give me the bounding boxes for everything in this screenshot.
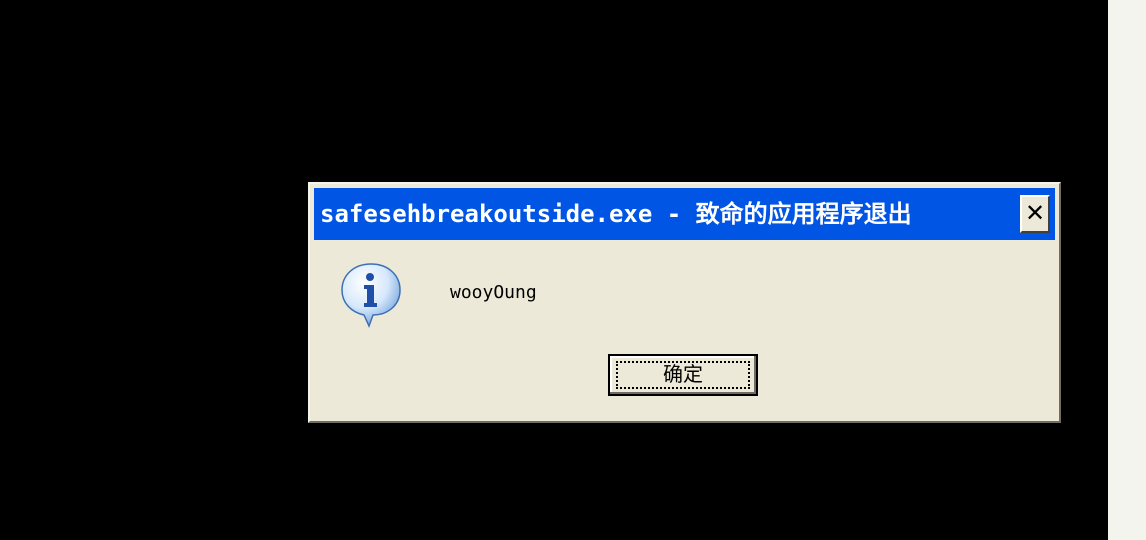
dialog-message: wooyOung (450, 282, 537, 303)
dialog-title: safesehbreakoutside.exe - 致命的应用程序退出 (320, 200, 912, 228)
close-icon: ✕ (1024, 199, 1046, 227)
error-dialog: safesehbreakoutside.exe - 致命的应用程序退出 ✕ wo… (308, 182, 1061, 423)
ok-button-label: 确定 (663, 364, 703, 386)
ok-button[interactable]: 确定 (608, 354, 758, 396)
close-button[interactable]: ✕ (1020, 195, 1050, 233)
title-bar[interactable]: safesehbreakoutside.exe - 致命的应用程序退出 ✕ (314, 188, 1055, 240)
desktop-edge (1108, 0, 1146, 540)
information-icon (341, 263, 401, 328)
